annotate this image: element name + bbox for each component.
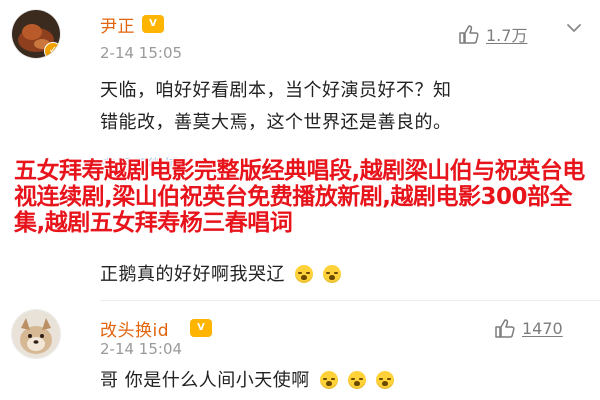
overlay-caption: 五女拜寿越剧电影完整版经典唱段,越剧梁山伯与祝英台电视连续剧,梁山伯祝英台免费播…	[14, 158, 585, 236]
comment-text-content: 正鹅真的好好啊我哭辽	[100, 264, 285, 285]
like-count: 1470	[522, 318, 563, 338]
comment-text-content: 哥 你是什么人间小天使啊	[100, 370, 310, 391]
author-name[interactable]: 改头换id	[100, 316, 169, 341]
like-count: 1.7万	[486, 26, 528, 45]
avatar[interactable]	[12, 310, 60, 358]
thumbs-up-icon	[495, 319, 515, 338]
author-name[interactable]: 尹正	[100, 12, 135, 37]
comment-2: 正鹅真的好好啊我哭辽	[0, 250, 600, 290]
crying-emoji-icon	[376, 371, 395, 389]
crying-emoji-icon	[295, 265, 314, 283]
comment-1: ✓ 尹正 V 2-14 15:05 1.7万 天临，咱好好看剧本，当个好演员好不…	[0, 0, 600, 150]
avatar[interactable]: ✓	[12, 10, 60, 58]
comment-text-line-1: 天临，咱好好看剧本，当个好演员好不？知	[100, 80, 452, 101]
comment-time: 2-14 15:05	[100, 44, 183, 62]
comment-text: 正鹅真的好好啊我哭辽	[100, 260, 342, 286]
like-button[interactable]: 1470	[494, 318, 563, 338]
comment-text-line-2: 错能改，善莫大焉，这个世界还是善良的。	[100, 112, 452, 133]
comment-text: 哥 你是什么人间小天使啊	[100, 366, 395, 392]
like-button[interactable]: 1.7万	[458, 22, 527, 46]
member-badge: V	[142, 15, 164, 33]
more-options-icon[interactable]	[564, 18, 584, 38]
comment-3: 改头换id V 2-14 15:04 1470 哥 你是什么人间小天使啊	[0, 300, 600, 400]
crying-emoji-icon	[319, 371, 338, 389]
comment-time: 2-14 15:04	[100, 340, 183, 358]
avatar-image	[12, 310, 60, 358]
crying-emoji-icon	[323, 265, 342, 283]
thumbs-up-icon	[459, 25, 479, 44]
crying-emoji-icon	[348, 371, 367, 389]
member-badge: V	[190, 319, 212, 337]
verified-badge-icon: ✓	[44, 42, 60, 58]
